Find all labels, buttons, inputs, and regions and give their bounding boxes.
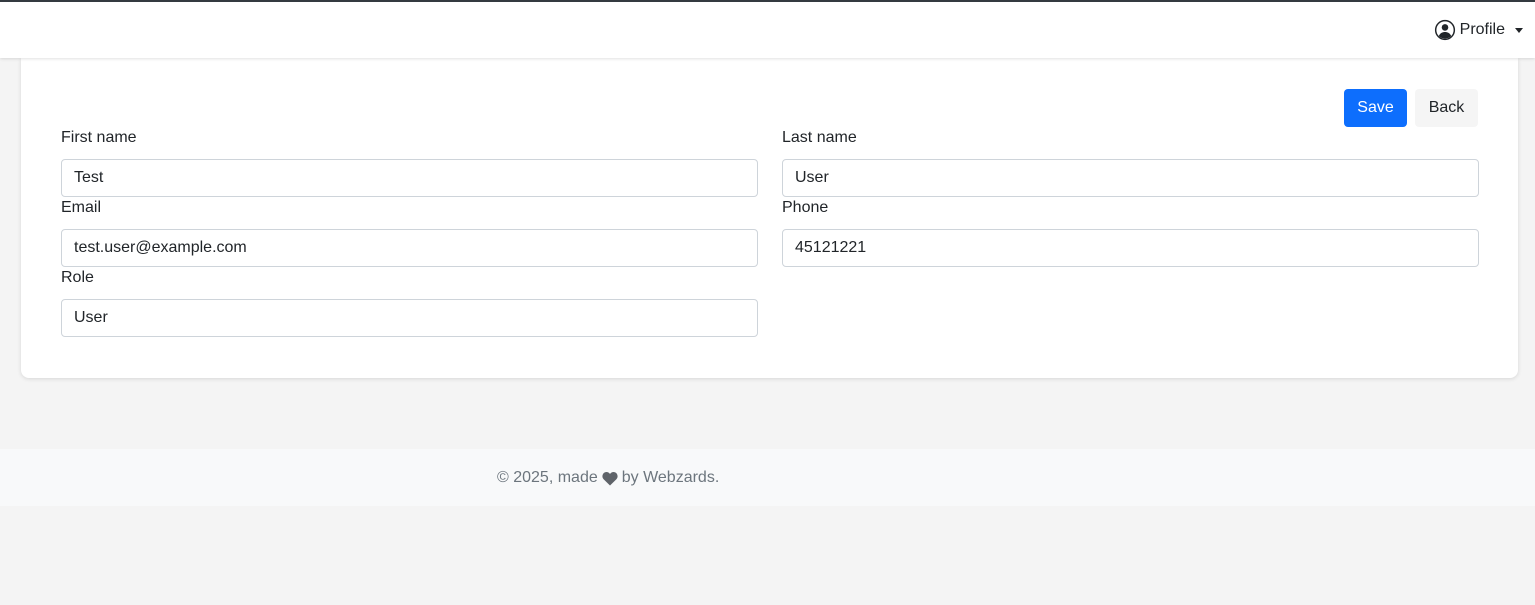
email-input[interactable] — [61, 229, 758, 267]
person-circle-icon — [1434, 19, 1455, 41]
profile-label: Profile — [1459, 21, 1505, 38]
last-name-label: Last name — [782, 129, 857, 146]
profile-dropdown-toggle[interactable]: Profile — [1434, 19, 1523, 41]
role-input[interactable] — [61, 299, 758, 337]
footer-copyright: © 2025, made — [497, 469, 598, 486]
back-button[interactable]: Back — [1415, 89, 1478, 127]
footer-author: by Webzards. — [621, 469, 720, 486]
footer-credits: © 2025, made by Webzards. — [497, 469, 719, 487]
first-name-input[interactable] — [61, 159, 758, 197]
first-name-label: First name — [61, 129, 137, 146]
page-footer: © 2025, made by Webzards. — [0, 449, 1535, 506]
save-button[interactable]: Save — [1344, 89, 1407, 127]
heart-icon — [602, 471, 618, 485]
last-name-input[interactable] — [782, 159, 1479, 197]
user-edit-card: Save Back First name Last name Email Pho… — [21, 58, 1518, 378]
role-label: Role — [61, 269, 94, 286]
email-label: Email — [61, 199, 102, 216]
top-navbar: Profile — [0, 0, 1535, 58]
caret-down-icon — [1515, 27, 1523, 33]
phone-label: Phone — [782, 199, 829, 216]
phone-input[interactable] — [782, 229, 1479, 267]
